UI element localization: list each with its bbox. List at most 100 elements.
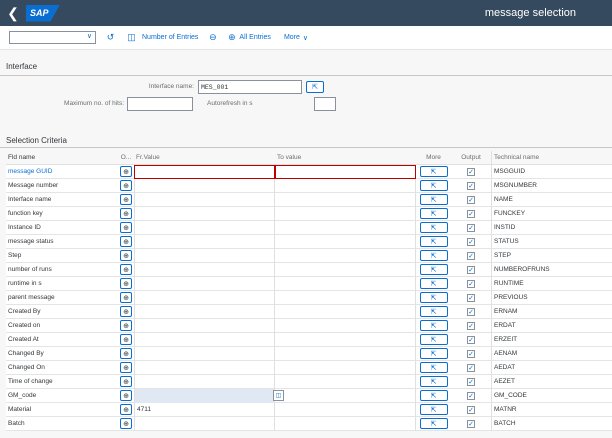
multiple-selection-icon[interactable]: ⇱ (419, 278, 448, 289)
output-checkbox[interactable]: ✓ (467, 405, 475, 414)
multiple-selection-icon[interactable]: ⇱ (419, 320, 448, 331)
to-value-input[interactable] (275, 192, 416, 207)
selection-option-icon[interactable]: ⊕ (120, 376, 132, 387)
selection-option-icon[interactable]: ⊕ (120, 250, 132, 261)
output-checkbox[interactable]: ✓ (467, 377, 475, 386)
selection-option-icon[interactable]: ⊕ (120, 292, 132, 303)
output-checkbox[interactable]: ✓ (467, 363, 475, 372)
multiple-selection-icon[interactable]: ⇱ (419, 404, 448, 415)
to-value-input[interactable] (275, 248, 416, 263)
multiple-selection-icon[interactable]: ⇱ (306, 81, 324, 93)
multiple-selection-icon[interactable]: ⇱ (419, 208, 448, 219)
all-entries-button[interactable]: All Entries (239, 34, 271, 41)
selection-option-icon[interactable]: ⊕ (120, 236, 132, 247)
to-value-input[interactable] (275, 276, 416, 291)
from-value-input[interactable] (134, 206, 275, 221)
output-checkbox[interactable]: ✓ (467, 265, 475, 274)
output-checkbox[interactable]: ✓ (467, 349, 475, 358)
selection-option-icon[interactable]: ⊕ (120, 180, 132, 191)
selection-option-icon[interactable]: ⊕ (120, 194, 132, 205)
output-checkbox[interactable]: ✓ (467, 195, 475, 204)
selection-option-icon[interactable]: ⊕ (120, 222, 132, 233)
from-value-input[interactable] (134, 234, 275, 249)
to-value-input[interactable] (275, 206, 416, 221)
multiple-selection-icon[interactable]: ⇱ (419, 194, 448, 205)
multiple-selection-icon[interactable]: ⇱ (419, 180, 448, 191)
multiple-selection-icon[interactable]: ⇱ (419, 334, 448, 345)
to-value-input[interactable] (275, 416, 416, 431)
multiple-selection-icon[interactable]: ⇱ (419, 166, 448, 177)
from-value-input[interactable] (134, 290, 275, 305)
multiple-selection-icon[interactable]: ⇱ (419, 418, 448, 429)
from-value-input[interactable]: 4711 (134, 402, 275, 417)
multiple-selection-icon[interactable]: ⇱ (419, 362, 448, 373)
number-of-entries-icon[interactable]: ◫ (125, 31, 138, 44)
multiple-selection-icon[interactable]: ⇱ (419, 348, 448, 359)
number-of-entries-button[interactable]: Number of Entries (142, 34, 198, 41)
to-value-input[interactable] (275, 178, 416, 193)
minus-circle-icon[interactable]: ⊖ (206, 31, 219, 44)
from-value-input[interactable] (134, 192, 275, 207)
from-value-input[interactable] (134, 276, 275, 291)
multiple-selection-icon[interactable]: ⇱ (419, 376, 448, 387)
to-value-input[interactable]: ◫ (273, 388, 416, 403)
from-value-input[interactable] (134, 164, 275, 179)
value-help-icon[interactable]: ◫ (273, 389, 284, 401)
from-value-input[interactable] (134, 332, 275, 347)
to-value-input[interactable] (275, 318, 416, 333)
from-value-input[interactable] (134, 248, 275, 263)
output-checkbox[interactable]: ✓ (467, 419, 475, 428)
selection-option-icon[interactable]: ⊕ (120, 362, 132, 373)
output-checkbox[interactable]: ✓ (467, 293, 475, 302)
selection-option-icon[interactable]: ⊕ (120, 334, 132, 345)
to-value-input[interactable] (275, 164, 416, 179)
output-checkbox[interactable]: ✓ (467, 237, 475, 246)
output-checkbox[interactable]: ✓ (467, 251, 475, 260)
output-checkbox[interactable]: ✓ (467, 391, 475, 400)
output-checkbox[interactable]: ✓ (467, 167, 475, 176)
more-button[interactable]: More (284, 34, 300, 41)
from-value-input[interactable] (134, 388, 275, 403)
from-value-input[interactable] (134, 318, 275, 333)
selection-option-icon[interactable]: ⊕ (120, 418, 132, 429)
output-checkbox[interactable]: ✓ (467, 279, 475, 288)
autorefresh-field[interactable] (314, 97, 336, 111)
multiple-selection-icon[interactable]: ⇱ (419, 390, 448, 401)
output-checkbox[interactable]: ✓ (467, 321, 475, 330)
multiple-selection-icon[interactable]: ⇱ (419, 264, 448, 275)
multiple-selection-icon[interactable]: ⇱ (419, 306, 448, 317)
to-value-input[interactable] (275, 402, 416, 417)
multiple-selection-icon[interactable]: ⇱ (419, 236, 448, 247)
from-value-input[interactable] (134, 304, 275, 319)
output-checkbox[interactable]: ✓ (467, 209, 475, 218)
to-value-input[interactable] (275, 360, 416, 375)
to-value-input[interactable] (275, 290, 416, 305)
to-value-input[interactable] (275, 346, 416, 361)
selection-option-icon[interactable]: ⊕ (120, 306, 132, 317)
to-value-input[interactable] (275, 262, 416, 277)
max-hits-field[interactable] (127, 97, 193, 111)
from-value-input[interactable] (134, 360, 275, 375)
selection-option-icon[interactable]: ⊕ (120, 320, 132, 331)
output-checkbox[interactable]: ✓ (467, 335, 475, 344)
selection-option-icon[interactable]: ⊕ (120, 390, 132, 401)
output-checkbox[interactable]: ✓ (467, 307, 475, 316)
selection-option-icon[interactable]: ⊕ (120, 208, 132, 219)
output-checkbox[interactable]: ✓ (467, 223, 475, 232)
from-value-input[interactable] (134, 346, 275, 361)
output-checkbox[interactable]: ✓ (467, 181, 475, 190)
to-value-input[interactable] (275, 374, 416, 389)
multiple-selection-icon[interactable]: ⇱ (419, 222, 448, 233)
to-value-input[interactable] (275, 234, 416, 249)
to-value-input[interactable] (275, 220, 416, 235)
selection-option-icon[interactable]: ⊕ (120, 264, 132, 275)
from-value-input[interactable] (134, 374, 275, 389)
multiple-selection-icon[interactable]: ⇱ (419, 292, 448, 303)
selection-option-icon[interactable]: ⊕ (120, 278, 132, 289)
variant-select[interactable]: ∨ (9, 31, 96, 44)
multiple-selection-icon[interactable]: ⇱ (419, 250, 448, 261)
selection-option-icon[interactable]: ⊕ (120, 348, 132, 359)
selection-option-icon[interactable]: ⊕ (120, 404, 132, 415)
from-value-input[interactable] (134, 178, 275, 193)
from-value-input[interactable] (134, 220, 275, 235)
